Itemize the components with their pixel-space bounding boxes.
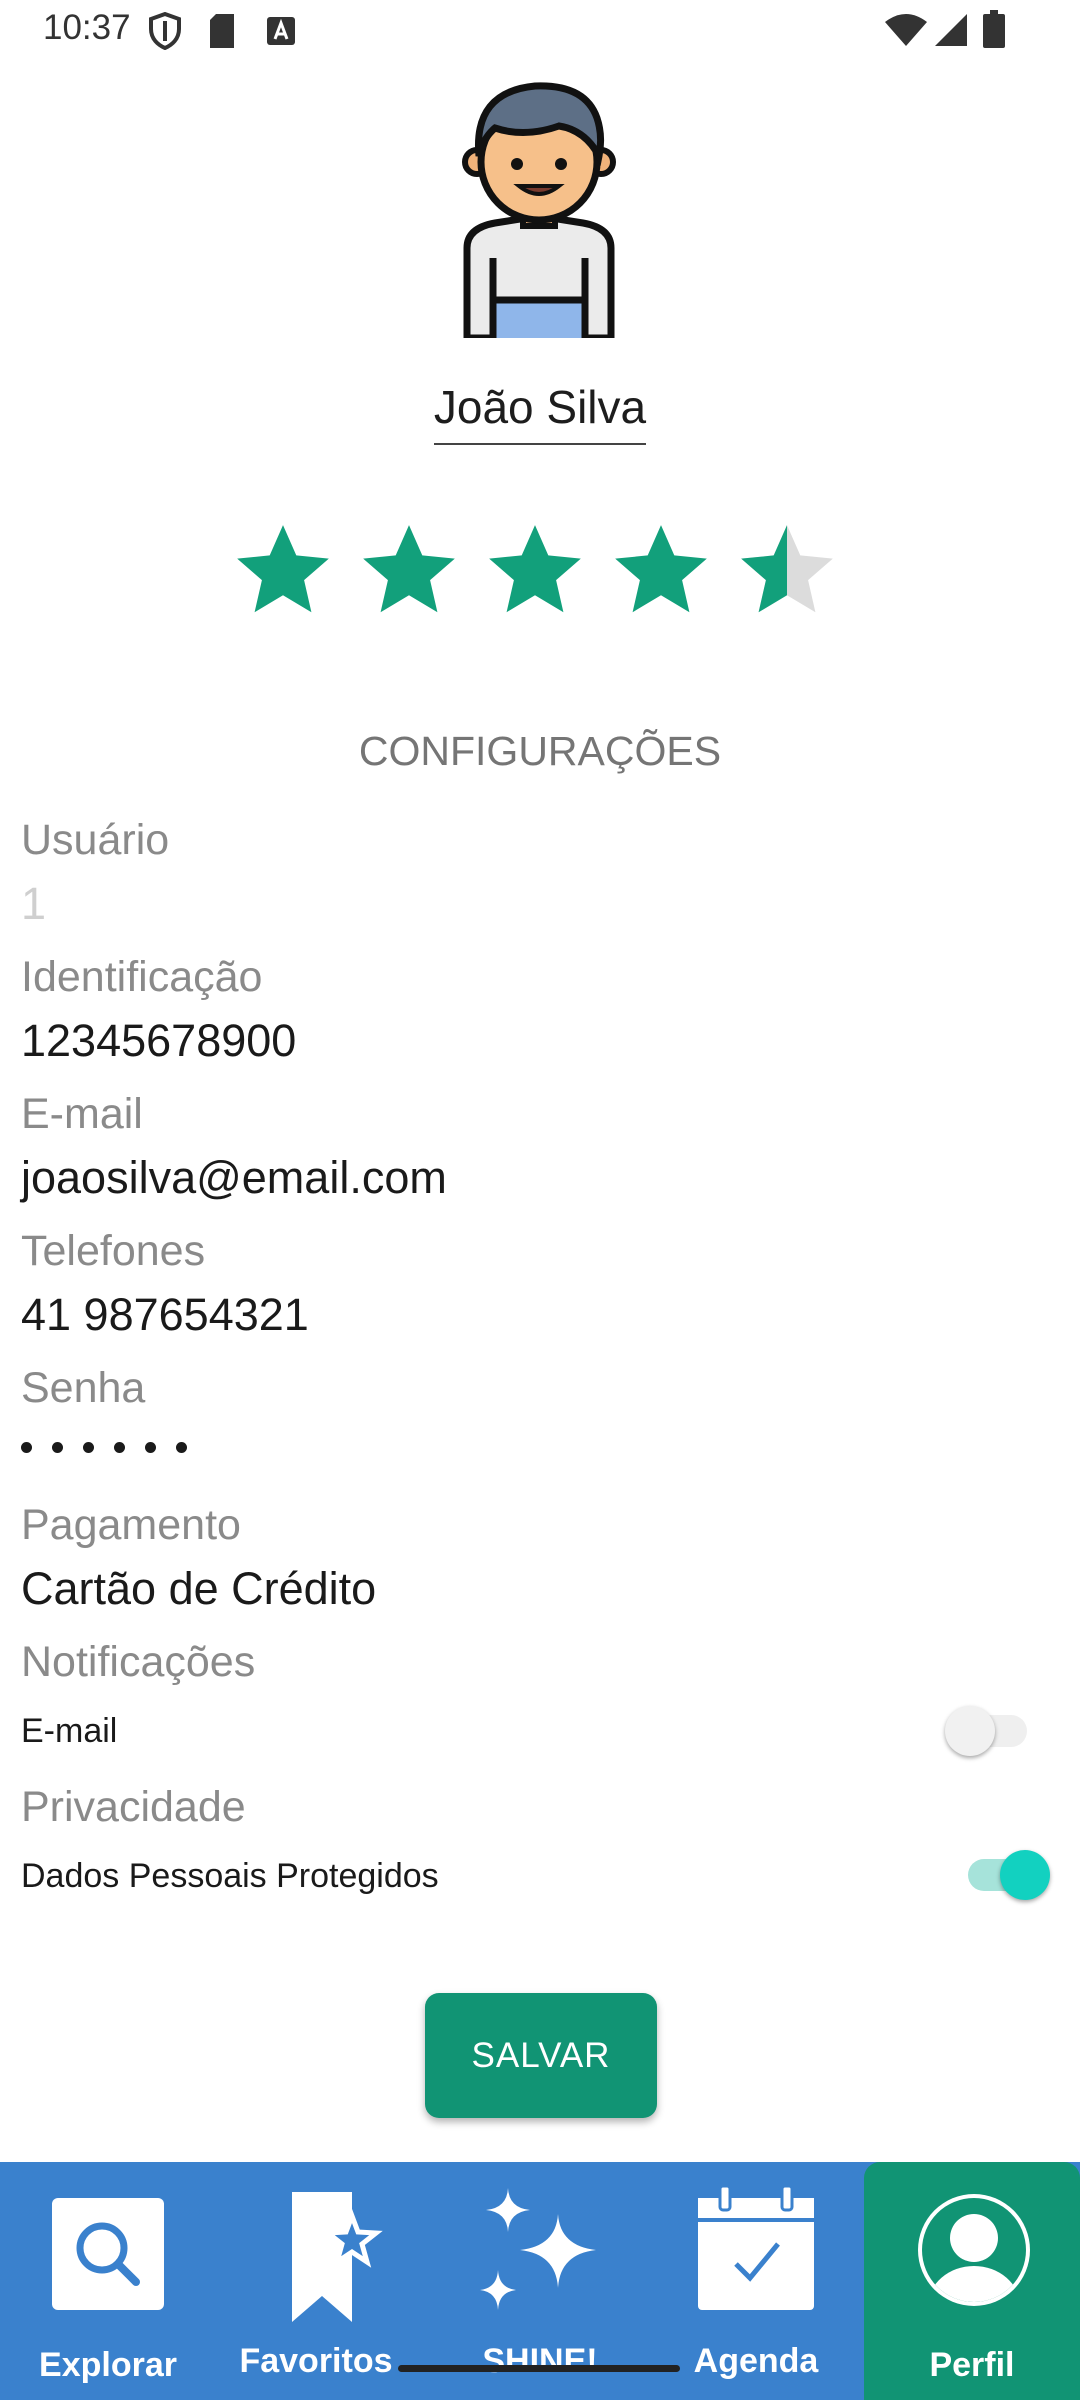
email-field[interactable]: joaosilva@email.com (21, 1152, 447, 1204)
status-time: 10:37 (43, 8, 131, 47)
id-field[interactable]: 12345678900 (21, 1015, 296, 1067)
half-star-icon (741, 525, 833, 613)
email-notification-label: E-mail (21, 1712, 118, 1750)
star-icon (363, 525, 455, 613)
profile-icon (918, 2194, 1030, 2306)
nav-item-perfil[interactable]: Perfil (864, 2162, 1080, 2400)
star-icon (489, 525, 581, 613)
phones-label: Telefones (21, 1227, 206, 1275)
bookmark-star-icon (292, 2192, 383, 2322)
battery-icon (983, 10, 1005, 48)
signal-icon (935, 14, 967, 46)
star-icon (237, 525, 329, 613)
password-label: Senha (21, 1364, 146, 1412)
nav-item-agenda[interactable]: Agenda (648, 2162, 864, 2400)
id-label: Identificação (21, 953, 263, 1001)
privacy-toggle[interactable] (960, 1850, 1050, 1900)
avatar[interactable] (455, 78, 623, 338)
sd-card-icon (210, 14, 234, 48)
nav-label-explorar: Explorar (39, 2346, 177, 2384)
calendar-check-icon (698, 2186, 814, 2310)
wifi-icon (885, 14, 927, 46)
payment-label: Pagamento (21, 1501, 241, 1549)
nav-item-explorar[interactable]: Explorar (0, 2162, 216, 2400)
star-icon (615, 525, 707, 613)
email-label: E-mail (21, 1090, 143, 1138)
gesture-bar[interactable] (398, 2365, 680, 2372)
user-field[interactable]: 1 (21, 878, 46, 930)
nav-label-perfil: Perfil (929, 2346, 1015, 2384)
sparkles-icon (480, 2188, 596, 2310)
privacy-label: Privacidade (21, 1783, 246, 1831)
phones-field[interactable]: 41 987654321 (21, 1289, 309, 1341)
nav-label-favoritos: Favoritos (239, 2342, 393, 2380)
user-name-text: João Silva (433, 381, 647, 445)
user-name[interactable]: João Silva (0, 380, 1080, 445)
notifications-label: Notificações (21, 1638, 256, 1686)
email-notification-toggle[interactable] (945, 1706, 1035, 1756)
password-field[interactable] (21, 1440, 207, 1458)
settings-title: CONFIGURAÇÕES (358, 728, 722, 774)
user-label: Usuário (21, 816, 170, 864)
nav-label-agenda: Agenda (693, 2342, 819, 2380)
privacy-option-label: Dados Pessoais Protegidos (21, 1857, 439, 1895)
nav-label-shine: SHINE! (482, 2342, 598, 2380)
shield-icon (149, 12, 181, 50)
save-button[interactable]: SALVAR (425, 1993, 657, 2118)
search-icon (52, 2198, 164, 2310)
status-bar: 10:37 (0, 0, 1080, 62)
text-badge-icon (267, 17, 295, 45)
payment-field[interactable]: Cartão de Crédito (21, 1563, 376, 1615)
